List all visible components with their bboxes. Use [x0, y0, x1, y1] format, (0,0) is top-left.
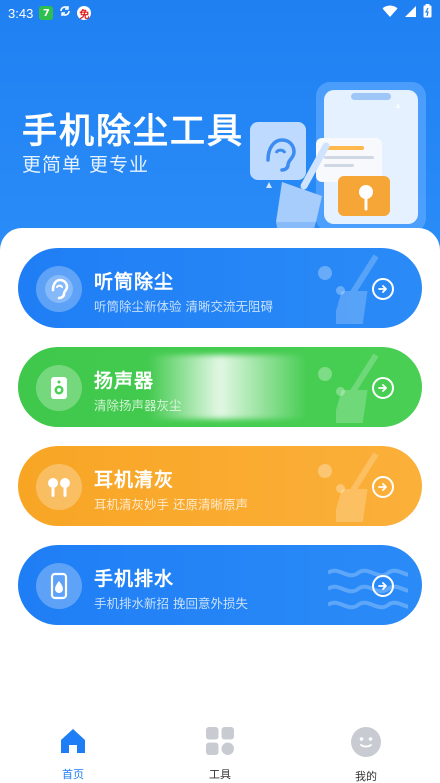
card-subtitle: 听筒除尘新体验 清晰交流无阻碍 [94, 299, 273, 314]
ear-icon [36, 266, 82, 312]
tab-mine[interactable]: 我的 [326, 726, 406, 783]
card-speaker-clean[interactable]: 扬声器 清除扬声器灰尘 [18, 347, 422, 427]
status-bar: 3:43 7 免 [0, 0, 440, 26]
tab-tools[interactable]: 工具 [180, 726, 260, 781]
main-content: 听筒除尘 听筒除尘新体验 清晰交流无阻碍 扬声器 清除扬声器灰尘 耳机清灰 耳机… [0, 228, 440, 783]
card-title: 听筒除尘 [94, 271, 175, 293]
card-title: 耳机清灰 [94, 469, 175, 491]
bottom-tab-bar: 首页 工具 我的 [0, 718, 440, 783]
tab-label: 我的 [355, 770, 377, 783]
wifi-icon [382, 5, 398, 22]
home-icon [58, 726, 88, 760]
tab-label: 首页 [62, 768, 84, 781]
notification-badge-red: 免 [77, 6, 92, 21]
card-subtitle: 手机排水新招 挽回意外损失 [94, 596, 248, 611]
hero-banner: 3:43 7 免 手机除尘工具 更简单 更专业 [0, 0, 440, 250]
bubble-decoration [318, 367, 332, 381]
arrow-right-icon[interactable] [372, 575, 394, 597]
card-earphone-clean[interactable]: 耳机清灰 耳机清灰妙手 还原清晰原声 [18, 446, 422, 526]
arrow-right-icon[interactable] [372, 377, 394, 399]
speaker-icon [36, 365, 82, 411]
card-title: 手机排水 [94, 568, 175, 590]
hero-illustration [246, 78, 440, 242]
smiley-icon [350, 726, 382, 762]
battery-icon [423, 4, 432, 22]
bubble-decoration [318, 266, 332, 280]
earphones-icon [36, 464, 82, 510]
app-title: 手机除尘工具 [22, 112, 245, 152]
status-time: 3:43 [8, 5, 34, 21]
tab-home[interactable]: 首页 [33, 726, 113, 781]
arrow-right-icon[interactable] [372, 278, 394, 300]
card-title: 扬声器 [94, 370, 155, 392]
signal-icon [404, 5, 417, 22]
notification-badge-green: 7 [39, 6, 54, 20]
phone-water-icon [36, 563, 82, 609]
water-waves-decoration [328, 568, 408, 610]
bubble-decoration [318, 464, 332, 478]
card-phone-drain[interactable]: 手机排水 手机排水新招 挽回意外损失 [18, 545, 422, 625]
card-earpiece-dust[interactable]: 听筒除尘 听筒除尘新体验 清晰交流无阻碍 [18, 248, 422, 328]
grid-icon [205, 726, 235, 760]
app-subtitle: 更简单 更专业 [22, 154, 150, 176]
arrow-right-icon[interactable] [372, 476, 394, 498]
shine-overlay [148, 355, 308, 419]
card-subtitle: 耳机清灰妙手 还原清晰原声 [94, 497, 248, 512]
tab-label: 工具 [209, 768, 231, 781]
sync-icon [58, 4, 72, 22]
